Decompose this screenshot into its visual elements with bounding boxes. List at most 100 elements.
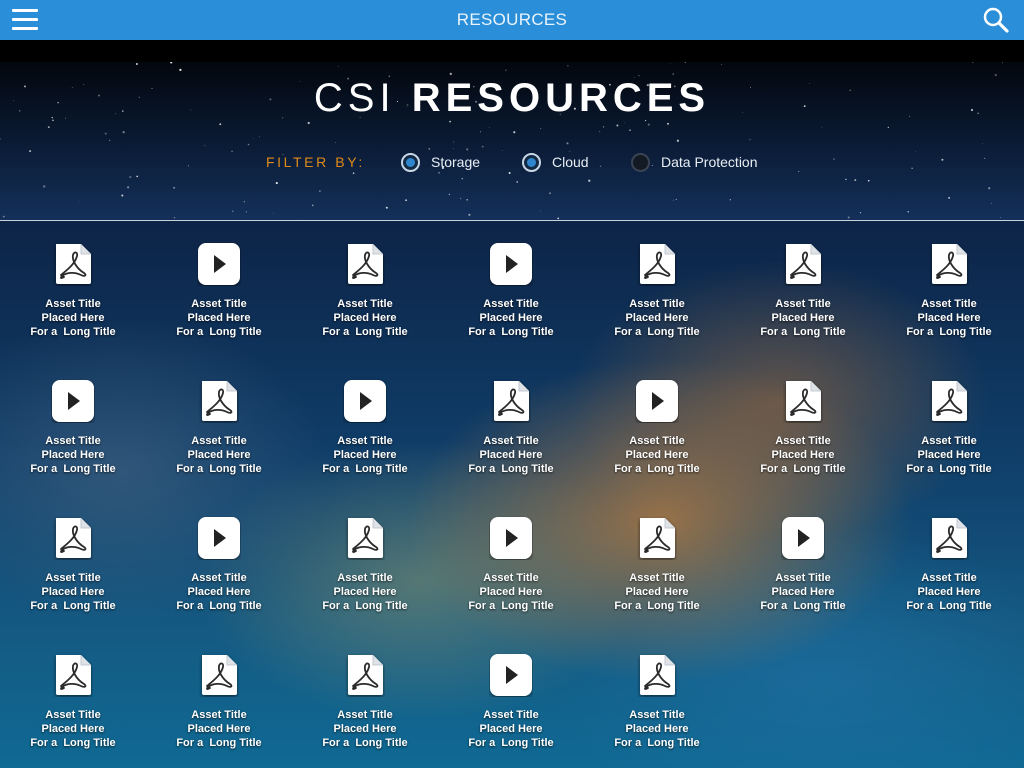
radio-cloud-icon — [522, 153, 541, 172]
filter-bar: FILTER BY: Storage Cloud Data Protection — [0, 152, 1024, 174]
asset-tile-pdf[interactable]: Asset Title Placed Here For a Long Title — [0, 242, 146, 362]
asset-tile-pdf[interactable]: Asset Title Placed Here For a Long Title — [876, 379, 1022, 499]
asset-tile-pdf[interactable]: Asset Title Placed Here For a Long Title — [146, 653, 292, 768]
asset-title-line1: Asset Title — [191, 572, 247, 584]
pdf-file-icon — [783, 379, 823, 423]
asset-title-line1: Asset Title — [45, 709, 101, 721]
asset-title-line1: Asset Title — [45, 435, 101, 447]
filter-cloud-label: Cloud — [552, 154, 589, 170]
asset-tile-pdf[interactable]: Asset Title Placed Here For a Long Title — [292, 242, 438, 362]
asset-title-line2: Placed Here — [187, 312, 251, 324]
asset-title-line2: Placed Here — [187, 723, 251, 735]
asset-title: Asset Title Placed Here For a Long Title — [438, 297, 584, 339]
asset-title-line1: Asset Title — [337, 435, 393, 447]
asset-tile-pdf[interactable]: Asset Title Placed Here For a Long Title — [146, 379, 292, 499]
asset-title-line3: For a Long Title — [614, 600, 700, 612]
pdf-file-icon — [53, 653, 93, 697]
asset-title-line2: Placed Here — [771, 586, 835, 598]
video-play-icon — [782, 516, 824, 560]
asset-title-line2: Placed Here — [333, 586, 397, 598]
asset-title: Asset Title Placed Here For a Long Title — [730, 571, 876, 613]
asset-title: Asset Title Placed Here For a Long Title — [0, 297, 146, 339]
pdf-file-icon — [53, 242, 93, 286]
asset-title-line3: For a Long Title — [176, 600, 262, 612]
asset-title: Asset Title Placed Here For a Long Title — [292, 434, 438, 476]
asset-tile-pdf[interactable]: Asset Title Placed Here For a Long Title — [292, 653, 438, 768]
asset-tile-video[interactable]: Asset Title Placed Here For a Long Title — [146, 242, 292, 362]
asset-title-line3: For a Long Title — [906, 326, 992, 338]
asset-title-line3: For a Long Title — [906, 463, 992, 475]
pdf-file-icon — [199, 379, 239, 423]
asset-title: Asset Title Placed Here For a Long Title — [146, 297, 292, 339]
asset-title-line2: Placed Here — [625, 723, 689, 735]
asset-title-line2: Placed Here — [917, 449, 981, 461]
pdf-file-icon — [637, 516, 677, 560]
asset-title-line3: For a Long Title — [906, 600, 992, 612]
asset-tile-video[interactable]: Asset Title Placed Here For a Long Title — [584, 379, 730, 499]
asset-title-line2: Placed Here — [479, 723, 543, 735]
asset-tile-pdf[interactable]: Asset Title Placed Here For a Long Title — [0, 516, 146, 636]
asset-tile-video[interactable]: Asset Title Placed Here For a Long Title — [438, 516, 584, 636]
video-play-icon — [344, 379, 386, 423]
asset-title-line2: Placed Here — [187, 586, 251, 598]
header-separator — [0, 40, 1024, 62]
asset-tile-pdf[interactable]: Asset Title Placed Here For a Long Title — [730, 379, 876, 499]
asset-title-line2: Placed Here — [187, 449, 251, 461]
asset-title-line2: Placed Here — [625, 449, 689, 461]
asset-tile-pdf[interactable]: Asset Title Placed Here For a Long Title — [292, 516, 438, 636]
asset-tile-pdf[interactable]: Asset Title Placed Here For a Long Title — [876, 242, 1022, 362]
asset-tile-pdf[interactable]: Asset Title Placed Here For a Long Title — [876, 516, 1022, 636]
pdf-file-icon — [345, 653, 385, 697]
asset-tile-pdf[interactable]: Asset Title Placed Here For a Long Title — [730, 242, 876, 362]
asset-title-line3: For a Long Title — [176, 737, 262, 749]
asset-tile-video[interactable]: Asset Title Placed Here For a Long Title — [146, 516, 292, 636]
asset-title-line2: Placed Here — [625, 586, 689, 598]
pdf-file-icon — [637, 242, 677, 286]
pdf-file-icon — [53, 516, 93, 560]
top-bar: RESOURCES — [0, 0, 1024, 41]
asset-title-line3: For a Long Title — [322, 737, 408, 749]
asset-title-line3: For a Long Title — [614, 463, 700, 475]
asset-title-line1: Asset Title — [483, 709, 539, 721]
asset-tile-video[interactable]: Asset Title Placed Here For a Long Title — [730, 516, 876, 636]
asset-tile-video[interactable]: Asset Title Placed Here For a Long Title — [438, 653, 584, 768]
asset-title-line2: Placed Here — [771, 312, 835, 324]
asset-title-line2: Placed Here — [333, 449, 397, 461]
asset-title: Asset Title Placed Here For a Long Title — [730, 297, 876, 339]
asset-title-line3: For a Long Title — [30, 463, 116, 475]
asset-title-line1: Asset Title — [483, 435, 539, 447]
asset-tile-video[interactable]: Asset Title Placed Here For a Long Title — [438, 242, 584, 362]
asset-title-line3: For a Long Title — [176, 463, 262, 475]
asset-tile-video[interactable]: Asset Title Placed Here For a Long Title — [0, 379, 146, 499]
asset-grid: Asset Title Placed Here For a Long Title As… — [0, 221, 1024, 768]
asset-title: Asset Title Placed Here For a Long Title — [292, 297, 438, 339]
asset-tile-pdf[interactable]: Asset Title Placed Here For a Long Title — [584, 516, 730, 636]
asset-tile-pdf[interactable]: Asset Title Placed Here For a Long Title — [584, 653, 730, 768]
asset-tile-pdf[interactable]: Asset Title Placed Here For a Long Title — [0, 653, 146, 768]
asset-title-line3: For a Long Title — [30, 737, 116, 749]
asset-title-line3: For a Long Title — [760, 326, 846, 338]
asset-title-line1: Asset Title — [921, 435, 977, 447]
asset-title-line1: Asset Title — [483, 572, 539, 584]
filter-label: FILTER BY: — [266, 154, 365, 170]
page-title: CSI RESOURCES — [0, 76, 1024, 121]
page-nav-title: RESOURCES — [456, 10, 568, 29]
asset-title: Asset Title Placed Here For a Long Title — [584, 708, 730, 750]
filter-data-protection-label: Data Protection — [661, 154, 758, 170]
search-icon[interactable] — [982, 6, 1010, 34]
video-play-icon — [198, 242, 240, 286]
asset-tile-pdf[interactable]: Asset Title Placed Here For a Long Title — [584, 242, 730, 362]
pdf-file-icon — [345, 242, 385, 286]
pdf-file-icon — [783, 242, 823, 286]
pdf-file-icon — [929, 242, 969, 286]
asset-title: Asset Title Placed Here For a Long Title — [876, 434, 1022, 476]
asset-title: Asset Title Placed Here For a Long Title — [0, 434, 146, 476]
asset-tile-pdf[interactable]: Asset Title Placed Here For a Long Title — [438, 379, 584, 499]
asset-title-line1: Asset Title — [337, 298, 393, 310]
asset-title: Asset Title Placed Here For a Long Title — [146, 708, 292, 750]
asset-title-line1: Asset Title — [775, 298, 831, 310]
asset-tile-video[interactable]: Asset Title Placed Here For a Long Title — [292, 379, 438, 499]
asset-title-line3: For a Long Title — [322, 600, 408, 612]
pdf-file-icon — [637, 653, 677, 697]
asset-title-line3: For a Long Title — [760, 463, 846, 475]
